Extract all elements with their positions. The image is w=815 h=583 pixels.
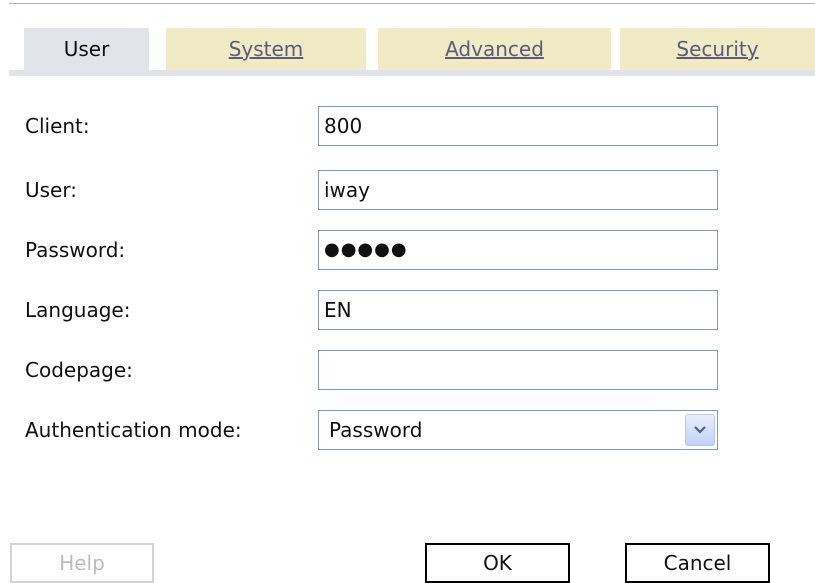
tab-strip: User System Advanced Security bbox=[9, 28, 815, 76]
password-field[interactable]: ●●●●● bbox=[318, 230, 718, 270]
auth-mode-label: Authentication mode: bbox=[25, 418, 242, 442]
codepage-field[interactable] bbox=[318, 350, 718, 390]
cancel-button[interactable]: Cancel bbox=[625, 543, 770, 583]
help-button[interactable]: Help bbox=[10, 543, 154, 583]
chevron-down-icon[interactable] bbox=[685, 414, 715, 446]
client-label: Client: bbox=[25, 114, 90, 138]
ok-button[interactable]: OK bbox=[425, 543, 570, 583]
language-field[interactable] bbox=[318, 290, 718, 330]
language-label: Language: bbox=[25, 298, 131, 322]
tab-user[interactable]: User bbox=[24, 28, 149, 70]
tab-underline-band bbox=[9, 70, 815, 76]
client-field[interactable] bbox=[318, 106, 718, 146]
auth-mode-value: Password bbox=[329, 418, 423, 442]
tab-system[interactable]: System bbox=[166, 28, 366, 70]
top-divider bbox=[9, 3, 815, 4]
auth-mode-select[interactable]: Password bbox=[318, 410, 718, 450]
tab-advanced[interactable]: Advanced bbox=[378, 28, 611, 70]
password-label: Password: bbox=[25, 238, 126, 262]
user-field[interactable] bbox=[318, 170, 718, 210]
chevron-down-glyph bbox=[694, 426, 706, 434]
user-label: User: bbox=[25, 178, 77, 202]
tab-security[interactable]: Security bbox=[620, 28, 815, 70]
codepage-label: Codepage: bbox=[25, 358, 133, 382]
